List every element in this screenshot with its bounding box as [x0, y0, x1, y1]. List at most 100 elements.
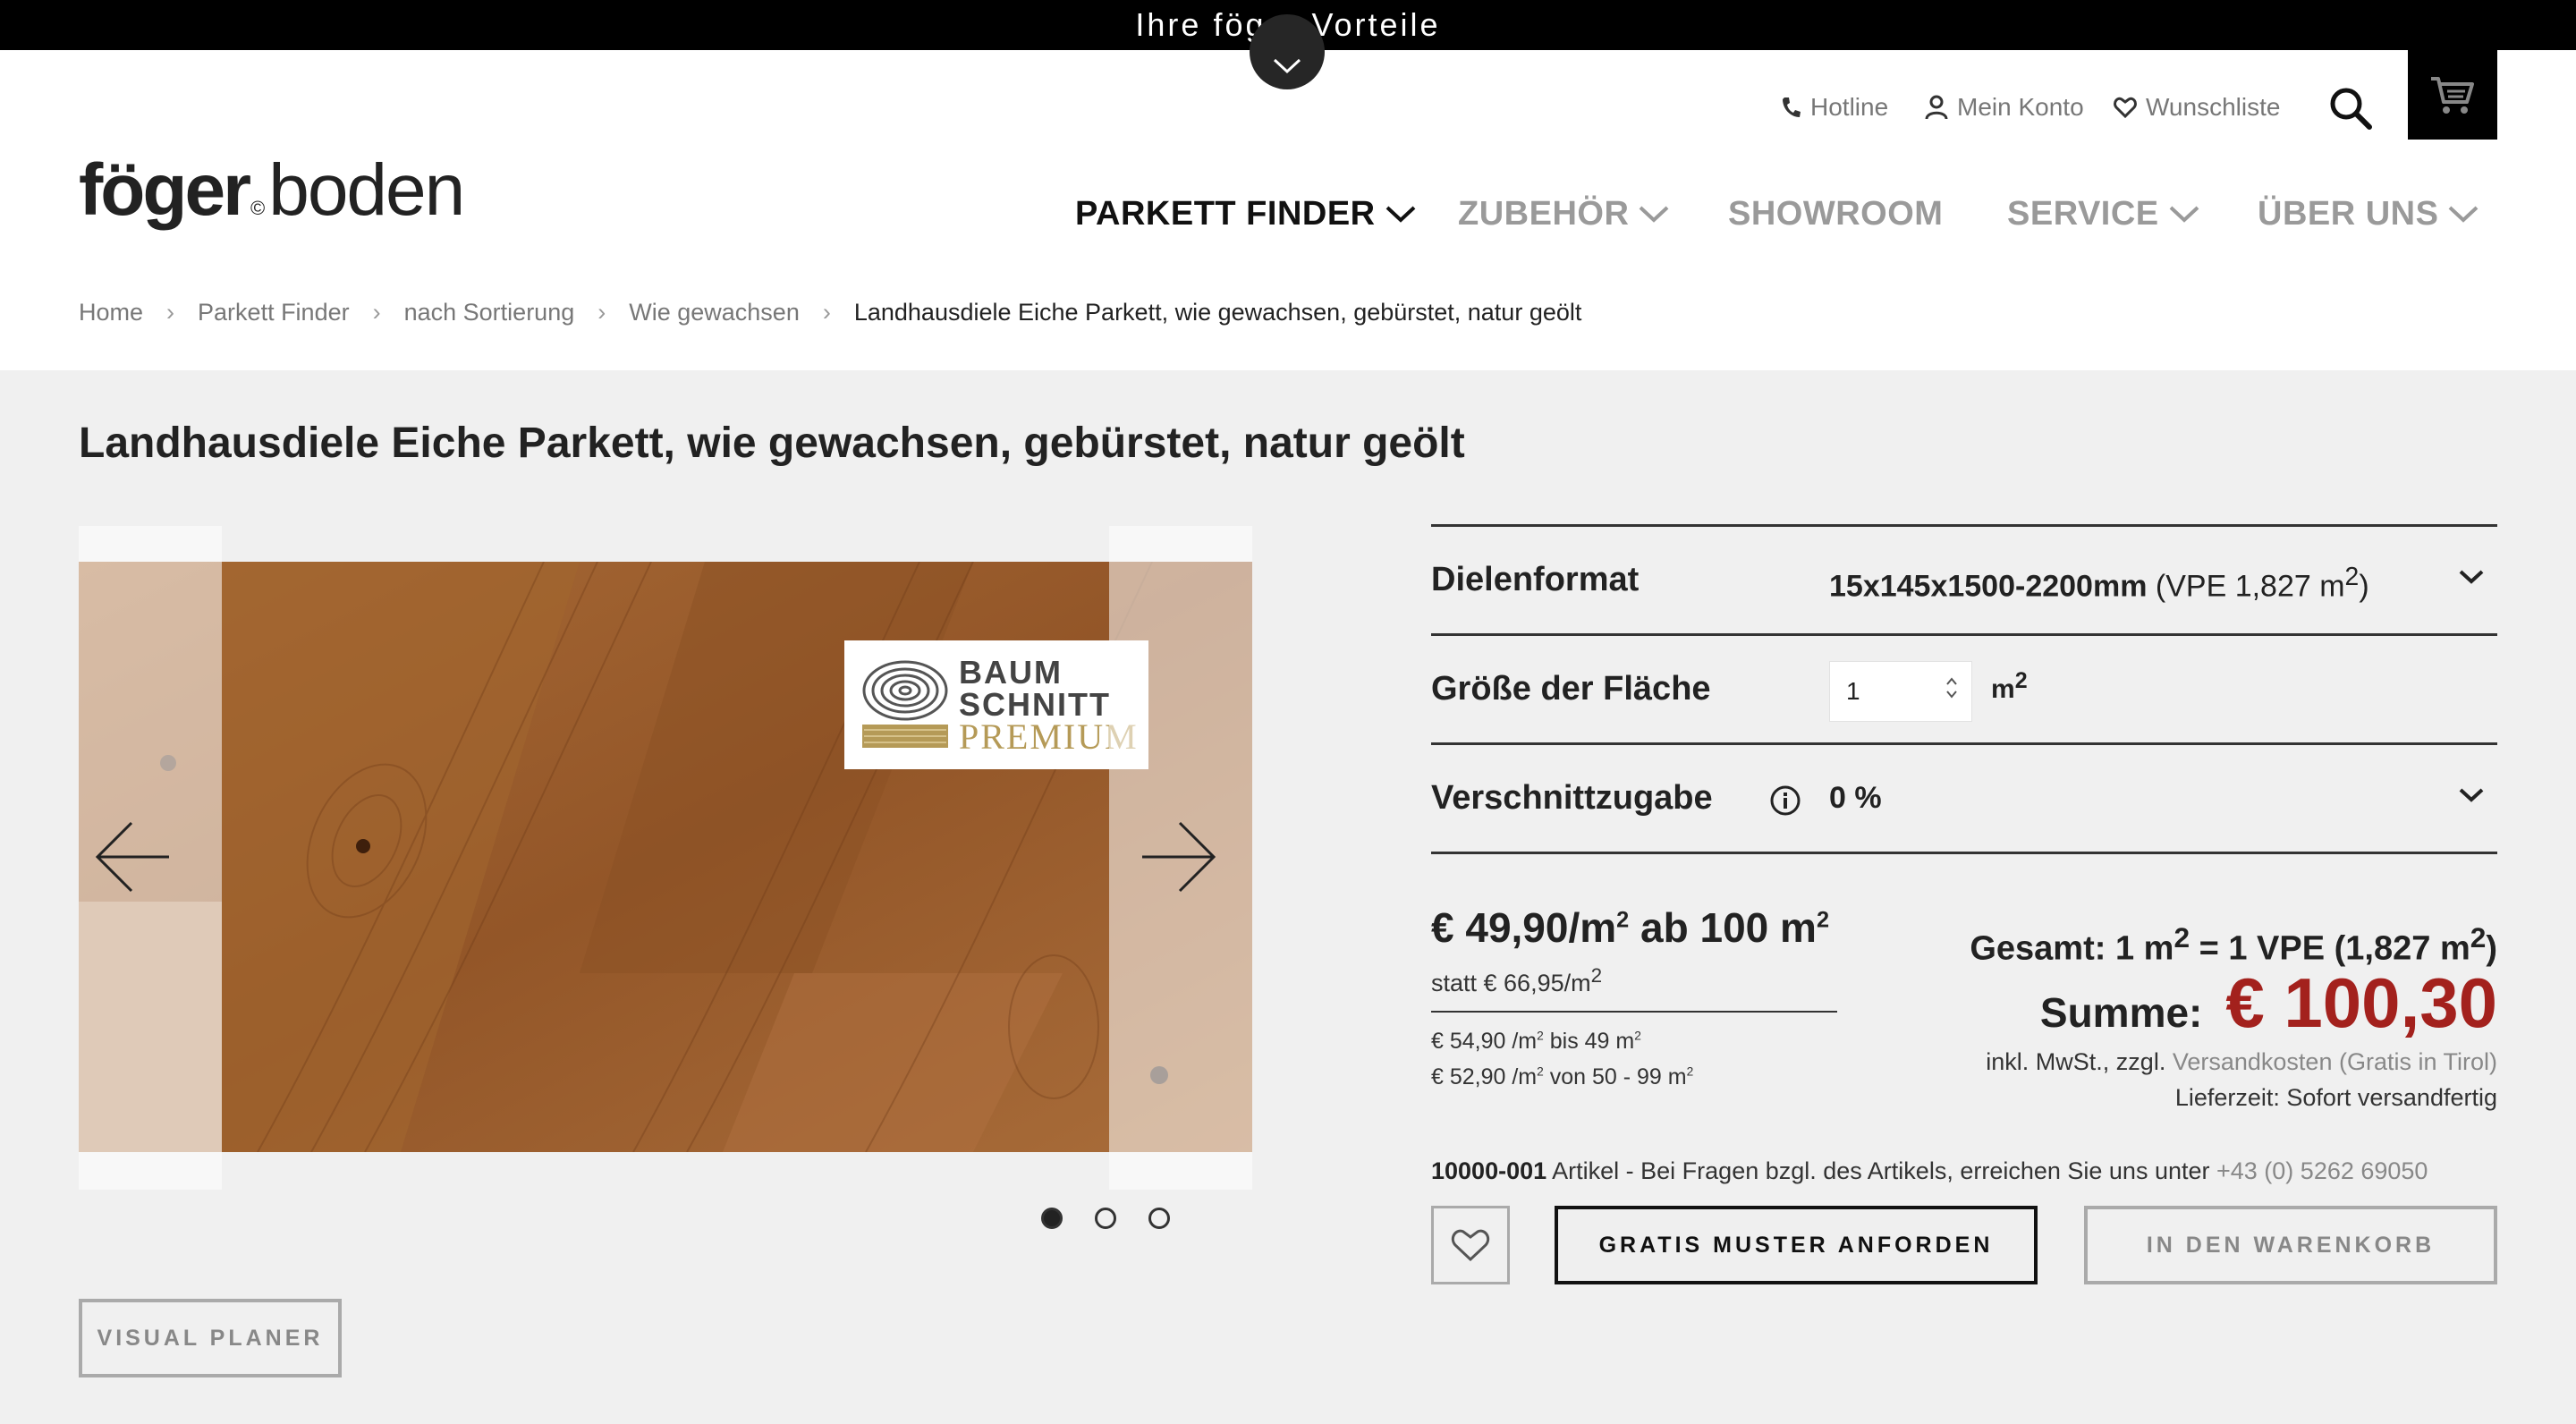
- chevron-down-icon: [2449, 206, 2479, 223]
- nav-label: SERVICE: [2007, 194, 2159, 233]
- arrow-right-icon: [1142, 821, 1216, 893]
- total-quantity: Gesamt: 1 m2 = 1 VPE (1,827 m2): [1970, 921, 2497, 969]
- tier-price: € 54,90 /m: [1431, 1029, 1538, 1054]
- logo[interactable]: föger © boden: [79, 148, 465, 231]
- stepper-icon[interactable]: [1945, 674, 1959, 701]
- tier-sup: 2: [1537, 1029, 1544, 1043]
- breadcrumb-separator: ›: [166, 299, 175, 326]
- area-quantity-value: 1: [1846, 677, 1860, 705]
- wishlist-link[interactable]: Wunschliste: [2114, 86, 2280, 129]
- format-size: 15x145x1500-2200mm: [1829, 569, 2148, 604]
- user-icon: [1925, 95, 1948, 120]
- add-to-wishlist-button[interactable]: [1431, 1206, 1510, 1284]
- tree-rings-icon: [862, 660, 948, 748]
- account-link[interactable]: Mein Konto: [1925, 86, 2084, 129]
- area-quantity-input[interactable]: 1: [1829, 661, 1972, 722]
- page-title: Landhausdiele Eiche Parkett, wie gewachs…: [79, 420, 1465, 467]
- gallery-next-button[interactable]: [1134, 794, 1224, 920]
- original-price: statt € 66,95/m2: [1431, 964, 1602, 997]
- nav-zubehoer[interactable]: ZUBEHÖR: [1458, 182, 1670, 245]
- nav-service[interactable]: SERVICE: [2007, 182, 2200, 245]
- search-icon: [2330, 88, 2372, 130]
- tier-sup: 2: [1686, 1064, 1694, 1079]
- visual-planer-button[interactable]: VISUAL PLANER: [79, 1299, 342, 1377]
- sum: Summe: € 100,30: [2040, 962, 2497, 1044]
- area-label: Größe der Fläche: [1431, 670, 1711, 708]
- area-unit: m2: [1991, 668, 2028, 705]
- chevron-down-icon: [1640, 206, 1669, 223]
- sum-value: € 100,30: [2225, 963, 2497, 1042]
- gallery-dot-1[interactable]: [1041, 1208, 1063, 1229]
- wishlist-label: Wunschliste: [2146, 93, 2281, 121]
- vat-text: inkl. MwSt., zzgl.: [1986, 1048, 2166, 1075]
- product-image[interactable]: BAUM SCHNITT PREMIUM: [79, 562, 1252, 1152]
- breadcrumb-bar: Home › Parkett Finder › nach Sortierung …: [0, 254, 2576, 370]
- nav-label: ZUBEHÖR: [1458, 194, 1630, 233]
- hotline-label: Hotline: [1810, 93, 1889, 121]
- breadcrumb-parkett-finder[interactable]: Parkett Finder: [198, 299, 350, 326]
- unit-price-amount: € 49,90/m: [1431, 904, 1617, 951]
- format-row[interactable]: Dielenformat 15x145x1500-2200mm (VPE 1,8…: [1431, 527, 2497, 636]
- chevron-down-icon: [1273, 58, 1301, 74]
- heart-icon: [2114, 97, 2137, 118]
- format-vpe-sup: 2: [2344, 563, 2360, 591]
- shipping-cost-link[interactable]: Versandkosten (Gratis in Tirol): [2173, 1048, 2497, 1075]
- waste-row[interactable]: Verschnittzugabe 0 %: [1431, 745, 2497, 854]
- article-text: Artikel - Bei Fragen bzgl. des Artikels,…: [1552, 1157, 2210, 1184]
- product-config: Dielenformat 15x145x1500-2200mm (VPE 1,8…: [1431, 524, 2497, 854]
- hotline-link[interactable]: Hotline: [1780, 86, 1888, 129]
- gallery-prev-button[interactable]: [88, 794, 177, 920]
- arrow-left-icon: [95, 821, 169, 893]
- nav-label: SHOWROOM: [1728, 194, 1944, 233]
- nav-parkett-finder[interactable]: PARKETT FINDER: [1075, 182, 1417, 245]
- total-quantity-sup: 2: [2174, 921, 2190, 954]
- unit-price-threshold: ab 100 m: [1629, 904, 1817, 951]
- nav-showroom[interactable]: SHOWROOM: [1728, 182, 1943, 245]
- breadcrumb: Home › Parkett Finder › nach Sortierung …: [79, 299, 1581, 326]
- total-quantity-sup: 2: [2470, 921, 2487, 954]
- breadcrumb-wie-gewachsen[interactable]: Wie gewachsen: [629, 299, 800, 326]
- tier-sup: 2: [1537, 1064, 1544, 1079]
- waste-label: Verschnittzugabe: [1431, 779, 1713, 817]
- promo-toggle-button[interactable]: [1250, 14, 1325, 89]
- tier-range: bis 49 m: [1543, 1029, 1635, 1054]
- breadcrumb-home[interactable]: Home: [79, 299, 143, 326]
- chevron-down-icon[interactable]: [2458, 568, 2485, 586]
- chevron-down-icon: [1385, 206, 1415, 223]
- format-label: Dielenformat: [1431, 561, 1640, 598]
- chevron-down-icon[interactable]: [2458, 786, 2485, 804]
- gallery-pagination: [1041, 1208, 1202, 1229]
- gallery-dot-2[interactable]: [1095, 1208, 1116, 1229]
- nav-label: PARKETT FINDER: [1075, 194, 1376, 233]
- article-phone-link[interactable]: +43 (0) 5262 69050: [2216, 1157, 2428, 1184]
- search-button[interactable]: [2326, 77, 2376, 140]
- breadcrumb-current: Landhausdiele Eiche Parkett, wie gewachs…: [853, 299, 1582, 326]
- unit-price: € 49,90/m2 ab 100 m2: [1431, 903, 1829, 952]
- breadcrumb-nach-sortierung[interactable]: nach Sortierung: [404, 299, 575, 326]
- cart-button[interactable]: [2408, 50, 2497, 140]
- nav-ueber-uns[interactable]: ÜBER UNS: [2258, 182, 2479, 245]
- unit-price-sup: 2: [1816, 907, 1830, 933]
- product-gallery: BAUM SCHNITT PREMIUM: [79, 526, 1252, 1190]
- format-value: 15x145x1500-2200mm (VPE 1,827 m2): [1829, 563, 2369, 604]
- logo-mark: ©: [250, 197, 266, 219]
- original-price-text: statt € 66,95/m: [1431, 970, 1591, 996]
- tier-sup: 2: [1634, 1029, 1641, 1043]
- request-sample-button[interactable]: GRATIS MUSTER ANFORDEN: [1555, 1206, 2038, 1284]
- breadcrumb-separator: ›: [372, 299, 381, 326]
- gallery-dot-3[interactable]: [1148, 1208, 1170, 1229]
- chevron-down-icon: [2169, 206, 2199, 223]
- breadcrumb-separator: ›: [597, 299, 606, 326]
- nav-label: ÜBER UNS: [2258, 194, 2439, 233]
- format-vpe: (VPE 1,827 m: [2155, 569, 2345, 604]
- info-icon[interactable]: [1769, 784, 1801, 817]
- vat-note: inkl. MwSt., zzgl. Versandkosten (Gratis…: [1986, 1048, 2497, 1076]
- logo-word-foeger: föger: [79, 149, 251, 231]
- heart-icon: [1451, 1229, 1490, 1262]
- price-tier-2: € 52,90 /m2 von 50 - 99 m2: [1431, 1064, 1693, 1090]
- format-vpe-close: ): [2359, 569, 2369, 604]
- logo-word-boden: boden: [268, 149, 465, 231]
- add-to-cart-button[interactable]: IN DEN WARENKORB: [2084, 1206, 2497, 1284]
- area-row: Größe der Fläche 1 m2: [1431, 636, 2497, 745]
- baumschnitt-premium-badge: BAUM SCHNITT PREMIUM: [844, 640, 1148, 769]
